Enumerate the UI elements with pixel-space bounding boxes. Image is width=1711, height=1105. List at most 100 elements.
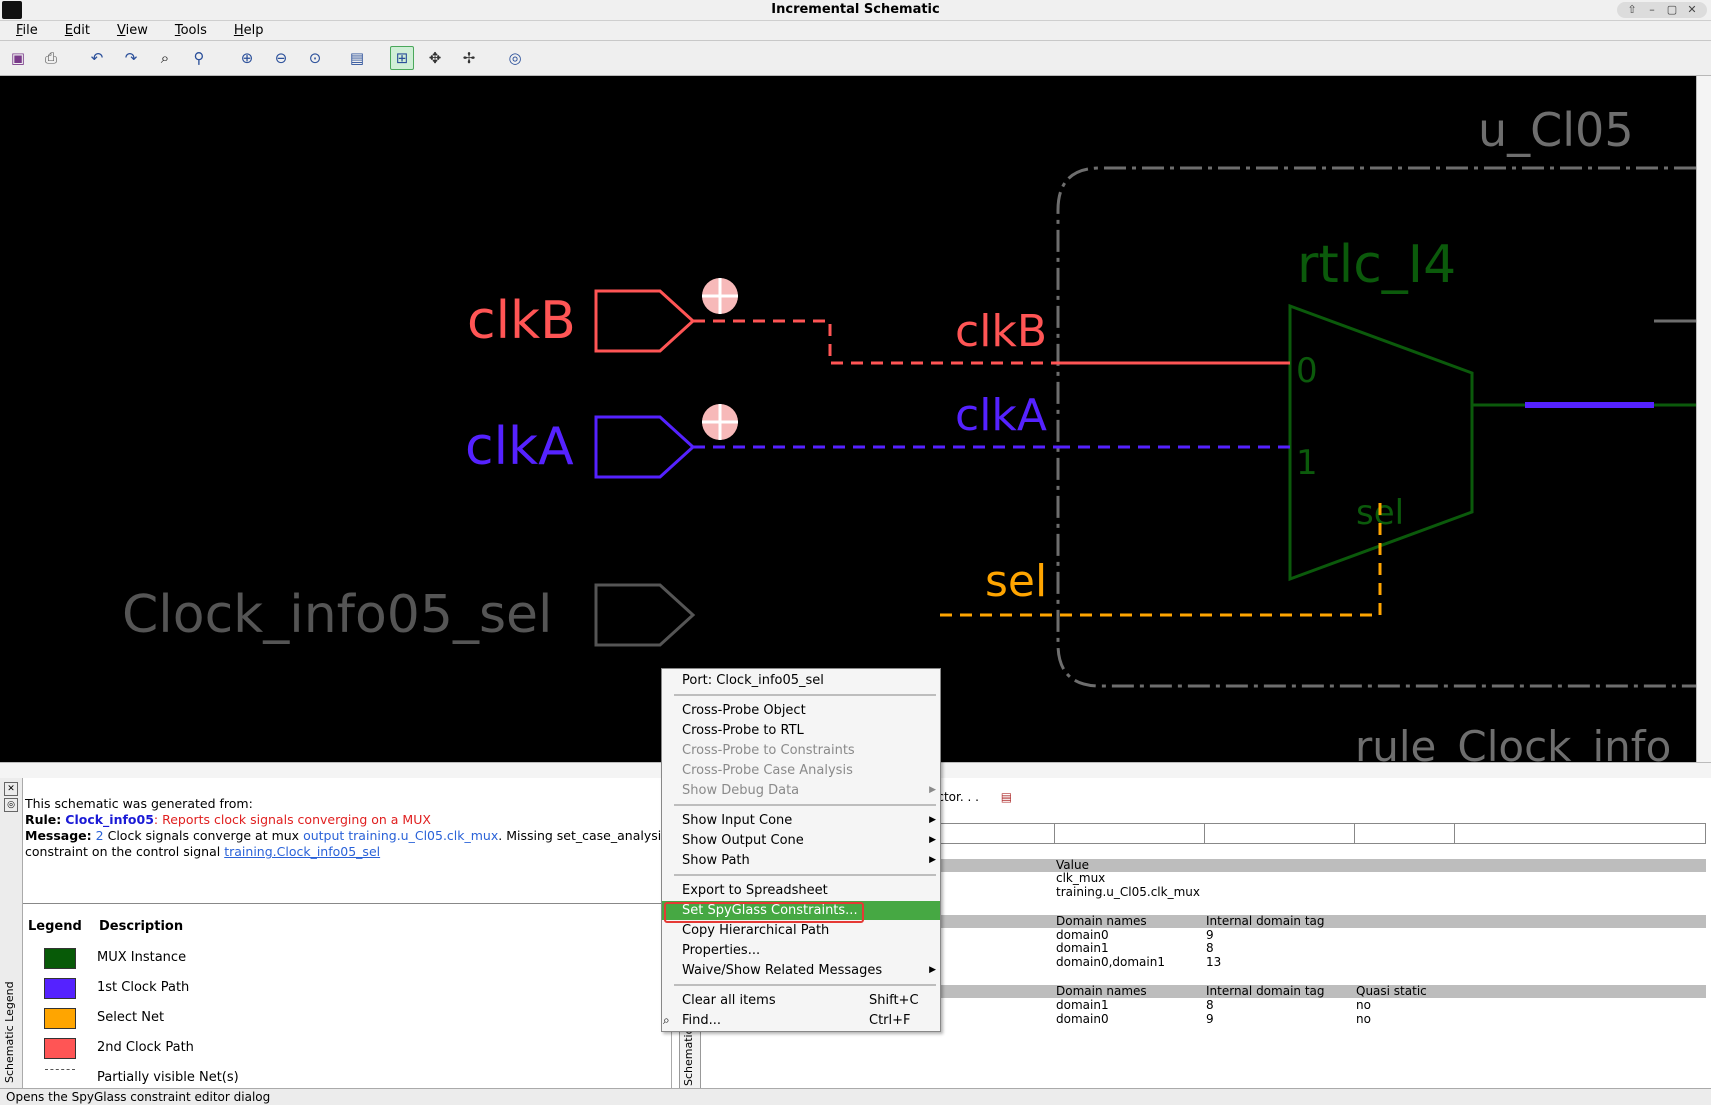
window-shade-icon[interactable]: ⇧: [1623, 2, 1641, 18]
schematic-canvas[interactable]: u_Cl05 rule_Clock_info rtlc_I4 0 1 sel c…: [0, 76, 1696, 762]
trace-icon[interactable]: ⚲: [188, 47, 210, 69]
menu-item-copy-hierarchical-path[interactable]: Copy Hierarchical Path: [662, 921, 940, 940]
properties-icon[interactable]: ▤: [346, 47, 368, 69]
float-panel-icon[interactable]: ◎: [4, 798, 18, 812]
mux-output-link[interactable]: output training.u_Cl05.clk_mux: [303, 828, 498, 843]
pan-icon[interactable]: ✥: [424, 47, 446, 69]
message-count: 2: [95, 828, 104, 843]
submenu-arrow-icon: ▶: [929, 815, 936, 825]
control-signal-link[interactable]: training.Clock_info05_sel: [224, 844, 380, 859]
window-minimize-icon[interactable]: –: [1643, 2, 1661, 18]
zoom-in-icon[interactable]: ⊕: [236, 47, 258, 69]
mux-label: rtlc_I4: [1297, 235, 1456, 295]
table-row: domain0,domain1: [1056, 955, 1165, 969]
legend-item-clock2: 2nd Clock Path: [97, 1040, 194, 1055]
legend-swatch-mux: [44, 948, 76, 969]
table-row: domain1: [1056, 998, 1109, 1012]
highlight-annotation-box: [664, 902, 864, 923]
menu-item-clear-all-items[interactable]: Clear all items Shift+C: [662, 991, 940, 1010]
block-label: u_Cl05: [1478, 103, 1634, 157]
schematic-legend-tab[interactable]: Schematic Legend: [3, 965, 19, 1083]
expand-icon[interactable]: ✢: [458, 47, 480, 69]
toolbar: ▣ ⎙ ↶ ↷ ⌕ ⚲ ⊕ ⊖ ⊙ ▤ ⊞ ✥ ✢ ◎: [0, 41, 1711, 76]
menu-item-show-input-cone[interactable]: Show Input Cone ▶: [662, 811, 940, 830]
header-quasi-static: Quasi static: [1356, 984, 1427, 998]
menu-item-show-path[interactable]: Show Path ▶: [662, 851, 940, 870]
port-clkb[interactable]: [594, 289, 696, 353]
legend-header: Legend: [28, 919, 82, 934]
rule-name: Clock_info05: [65, 812, 154, 827]
menu-tools[interactable]: Tools: [159, 21, 218, 40]
value-cell: training.u_Cl05.clk_mux: [1056, 885, 1200, 899]
port-clka-label: clkA: [465, 417, 574, 477]
header-domain-names: Domain names: [1056, 914, 1147, 928]
close-panel-icon[interactable]: ✕: [4, 782, 18, 796]
port-clka[interactable]: [594, 415, 696, 479]
menu-bar: File Edit View Tools Help: [0, 21, 1711, 41]
generated-from-text: This schematic was generated from:: [25, 796, 253, 811]
mux-pin-0: 0: [1296, 351, 1318, 391]
menu-help[interactable]: Help: [218, 21, 275, 40]
port-clkb-label: clkB: [467, 291, 576, 351]
find-icon: ⌕: [663, 1013, 670, 1027]
message-line-2: constraint on the control signal trainin…: [25, 844, 381, 859]
port-clock-info05-sel[interactable]: [594, 583, 696, 647]
window-close-icon[interactable]: ✕: [1683, 2, 1701, 18]
schematic-tab-label: Schematic: [682, 1028, 695, 1086]
net-sel-label: sel: [985, 556, 1047, 607]
schematic-svg: u_Cl05 rule_Clock_info rtlc_I4 0 1 sel c…: [122, 103, 1696, 762]
select-mode-icon[interactable]: ⊞: [390, 46, 414, 70]
menu-item-show-debug-data[interactable]: Show Debug Data ▶: [662, 781, 940, 800]
legend-swatch-clock1: [44, 978, 76, 999]
legend-swatch-select: [44, 1008, 76, 1029]
description-header: Description: [99, 919, 184, 934]
status-text: Opens the SpyGlass constraint editor dia…: [6, 1090, 271, 1104]
table-row: 9: [1206, 1012, 1214, 1026]
save-icon[interactable]: ▣: [7, 47, 29, 69]
menu-item-show-output-cone[interactable]: Show Output Cone ▶: [662, 831, 940, 850]
menu-item-waive-show-related[interactable]: Waive/Show Related Messages ▶: [662, 961, 940, 980]
rule-line: Rule: Clock_info05: Reports clock signal…: [25, 812, 431, 827]
status-bar: Opens the SpyGlass constraint editor dia…: [0, 1088, 1711, 1105]
legend-swatch-partial: [45, 1069, 75, 1070]
value-cell: clk_mux: [1056, 871, 1106, 885]
table-row: 13: [1206, 955, 1222, 969]
context-menu: Port: Clock_info05_sel Cross-Probe Objec…: [661, 668, 941, 1032]
menu-view[interactable]: View: [101, 21, 159, 40]
find-icon[interactable]: ⌕: [154, 47, 176, 69]
print-icon[interactable]: ⎙: [40, 47, 62, 69]
table-row: domain0: [1056, 1012, 1109, 1026]
menu-item-export-spreadsheet[interactable]: Export to Spreadsheet: [662, 881, 940, 900]
menu-item-cross-probe-object[interactable]: Cross-Probe Object: [662, 701, 940, 720]
legend-item-partial: Partially visible Net(s): [97, 1070, 239, 1085]
rule-label: rule_Clock_info: [1355, 722, 1671, 762]
schematic-tab[interactable]: Schematic: [679, 1025, 701, 1089]
inspector-toolbar: ector. . . ▤: [930, 790, 1012, 804]
canvas-vertical-scrollbar[interactable]: [1696, 76, 1711, 762]
legend-item-clock1: 1st Clock Path: [97, 980, 190, 995]
info-panel: This schematic was generated from: Rule:…: [23, 778, 668, 904]
menu-item-cross-probe-rtl[interactable]: Cross-Probe to RTL: [662, 721, 940, 740]
submenu-arrow-icon: ▶: [929, 835, 936, 845]
menu-file[interactable]: File: [0, 21, 49, 40]
legend-swatch-clock2: [44, 1038, 76, 1059]
legend-item-mux: MUX Instance: [97, 950, 187, 965]
menu-item-properties[interactable]: Properties...: [662, 941, 940, 960]
menu-edit[interactable]: Edit: [49, 21, 101, 40]
clear-inspector-icon[interactable]: ▤: [1001, 790, 1012, 804]
net-clkb-label: clkB: [955, 306, 1047, 357]
schematic-legend-tab-label: Schematic Legend: [3, 981, 16, 1083]
table-row: no: [1356, 1012, 1371, 1026]
window-title: Incremental Schematic: [771, 2, 940, 17]
zoom-out-icon[interactable]: ⊖: [270, 47, 292, 69]
refresh-icon[interactable]: ◎: [504, 47, 526, 69]
menu-item-cross-probe-case-analysis[interactable]: Cross-Probe Case Analysis: [662, 761, 940, 780]
undo-icon[interactable]: ↶: [86, 47, 108, 69]
menu-item-find[interactable]: ⌕ Find... Ctrl+F: [662, 1011, 940, 1030]
message-line: Message: 2 Clock signals converge at mux…: [25, 828, 668, 843]
submenu-arrow-icon: ▶: [929, 965, 936, 975]
redo-icon[interactable]: ↷: [120, 47, 142, 69]
menu-item-cross-probe-constraints[interactable]: Cross-Probe to Constraints: [662, 741, 940, 760]
window-maximize-icon[interactable]: ▢: [1663, 2, 1681, 18]
zoom-fit-icon[interactable]: ⊙: [304, 47, 326, 69]
